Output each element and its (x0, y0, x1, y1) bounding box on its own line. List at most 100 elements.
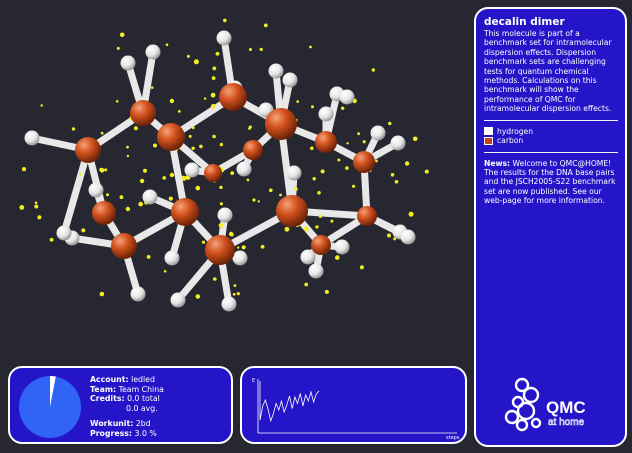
account-value: ledled (131, 375, 155, 384)
particle (153, 143, 157, 148)
particle (246, 178, 250, 182)
particle (126, 154, 130, 158)
particle (40, 104, 43, 107)
carbon-atom (75, 137, 101, 163)
carbon-atom (276, 195, 308, 227)
particle (357, 132, 360, 136)
hydrogen-atom (282, 72, 298, 88)
particle (191, 146, 195, 150)
particle (168, 196, 173, 201)
particle (359, 265, 364, 270)
particle (21, 167, 27, 172)
particle (143, 168, 147, 173)
particle (312, 177, 316, 181)
particle (177, 110, 181, 113)
particle (150, 86, 154, 89)
hydrogen-atom (390, 135, 406, 151)
particle (138, 201, 143, 207)
hydrogen-atom (170, 292, 186, 308)
hydrogen-atom (88, 182, 104, 198)
particle (341, 106, 345, 111)
hydrogen-atom (184, 162, 200, 178)
carbon-atom (243, 140, 263, 160)
particle (284, 226, 290, 232)
carbon-atom (171, 198, 199, 226)
news-label: News: (484, 158, 511, 168)
particle (104, 168, 108, 172)
particle (163, 270, 167, 273)
particle (362, 140, 366, 144)
molecule-view[interactable] (0, 0, 470, 365)
particle (169, 172, 175, 178)
carbon-atom (205, 235, 235, 265)
molecule-title: decalin dimer (484, 16, 565, 28)
particle (223, 18, 227, 23)
particle (304, 282, 309, 287)
carbon-atom (157, 123, 185, 151)
carbon-atom (130, 100, 156, 126)
team-row: Team: Team China (90, 384, 164, 394)
particle (310, 146, 314, 151)
particle (106, 193, 109, 197)
particle (346, 142, 349, 145)
user-status-panel: Account: ledled Team: Team China Credits… (8, 366, 233, 444)
particle (212, 66, 217, 71)
graph-y-label: E (252, 378, 255, 384)
particle (169, 98, 175, 104)
particle (210, 92, 216, 98)
particle (146, 255, 151, 259)
hydrogen-atom (334, 239, 350, 255)
particle (119, 32, 125, 38)
news-text: News: Welcome to QMC@HOME! The results f… (484, 159, 618, 206)
particle (49, 237, 54, 242)
particle (162, 176, 166, 180)
particle (212, 134, 216, 139)
particle (119, 195, 124, 200)
particle (37, 215, 42, 220)
carbon-atom (92, 201, 116, 225)
carbon-atom (111, 233, 137, 259)
particle (199, 144, 203, 149)
particle (34, 204, 39, 209)
particle (71, 127, 76, 131)
particle (126, 145, 129, 149)
hydrogen-atom (286, 165, 302, 181)
particle (324, 289, 329, 294)
particle (99, 167, 104, 172)
particle (248, 125, 252, 129)
logo-text: QMC (546, 398, 586, 417)
particle (309, 45, 312, 49)
particle (201, 240, 206, 244)
carbon-atom (315, 131, 337, 153)
particle (388, 121, 392, 126)
hydrogen-atom (164, 250, 180, 266)
account-row: Account: ledled (90, 375, 155, 384)
particle (133, 126, 138, 131)
particle (424, 169, 429, 174)
progress-row: Progress: 3.0 % (90, 428, 157, 438)
particle (371, 68, 375, 72)
particle (311, 105, 314, 109)
hydrogen-atom (318, 106, 334, 122)
particle (218, 223, 224, 228)
particle (259, 47, 263, 52)
particle (390, 173, 395, 177)
particle (210, 103, 216, 109)
graph-x-label: steps (446, 435, 460, 440)
particle (99, 291, 105, 297)
particle (237, 246, 240, 249)
particle (100, 131, 104, 135)
hydrogen-atom (400, 229, 416, 245)
particle (115, 100, 119, 103)
particle (81, 228, 86, 233)
carbon-atom (353, 151, 375, 173)
energy-graph-panel: E steps (240, 366, 467, 444)
energy-graph: E steps (252, 378, 460, 440)
hydrogen-swatch (484, 127, 493, 136)
particle (195, 185, 201, 191)
particle (188, 134, 192, 138)
particle (260, 244, 265, 249)
particle (352, 184, 356, 188)
credits-avg: 0.0 avg. (126, 403, 158, 413)
particle (219, 202, 223, 206)
